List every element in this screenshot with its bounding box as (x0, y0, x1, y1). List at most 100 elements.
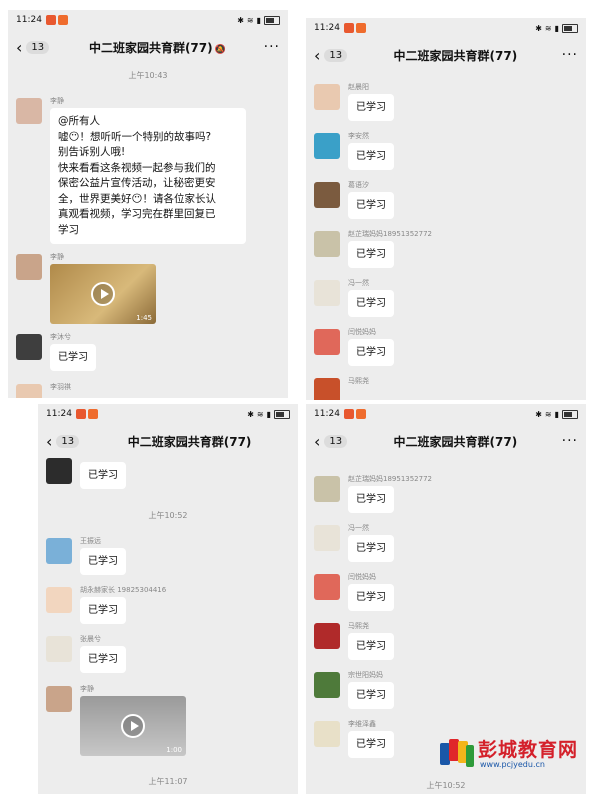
avatar[interactable] (46, 458, 72, 484)
sender-name: 李羽祺 (50, 383, 71, 391)
message-bubble[interactable]: 已学习 (348, 143, 394, 170)
avatar[interactable] (314, 378, 340, 400)
sender-name: 李安然 (348, 132, 369, 140)
message-bubble[interactable]: 已学习 (348, 241, 394, 268)
battery-icon (562, 23, 578, 33)
sender-name: 李沐兮 (50, 333, 71, 341)
battery-icon (562, 409, 578, 419)
unread-badge[interactable]: 13 (324, 434, 348, 448)
message-bubble[interactable]: @所有人 嘘😶！想听听一个特别的故事吗? 别告诉别人哦! 快来看看这条视频一起参… (50, 108, 246, 244)
message-bubble[interactable]: 已学习 (348, 682, 394, 709)
avatar[interactable] (46, 587, 72, 613)
unread-badge[interactable]: 13 (26, 40, 50, 54)
sender-name: 闫悦妈妈 (348, 573, 376, 581)
avatar[interactable] (314, 525, 340, 551)
avatar[interactable] (314, 672, 340, 698)
message-bubble[interactable]: 已学习 (348, 94, 394, 121)
system-icons: ✱ ≋ ▮ (535, 409, 578, 419)
back-arrow-icon[interactable]: ‹ (46, 432, 52, 451)
system-icons: ✱ ≋ ▮ (247, 409, 290, 419)
bluetooth-icon: ✱ (535, 409, 542, 419)
battery-icon (274, 409, 290, 419)
sender-name: 胡永赫家长 19825304416 (80, 586, 167, 594)
avatar[interactable] (314, 476, 340, 502)
message-bubble[interactable]: 已学习 (348, 290, 394, 317)
chat-screenshot-2: 11:24 ✱ ≋ ▮ ‹ 13 中二班家园共育群(77) ··· 赵晨阳 已学… (306, 18, 586, 400)
app-notification-icon (75, 409, 86, 419)
avatar[interactable] (314, 133, 340, 159)
sender-name: 李静 (80, 685, 94, 693)
avatar[interactable] (314, 721, 340, 747)
message-bubble[interactable]: 已学习 (348, 731, 394, 758)
message-line: 保密公益片宣传活动，让秘密更安 (58, 177, 216, 189)
avatar[interactable] (16, 254, 42, 280)
message-bubble[interactable]: 已学习 (80, 646, 126, 673)
message-bubble[interactable]: 已学习 (80, 462, 126, 489)
back-arrow-icon[interactable]: ‹ (16, 38, 22, 57)
signal-icon: ▮ (256, 15, 261, 25)
message-bubble[interactable]: 已学习 (80, 548, 126, 575)
wifi-icon: ≋ (544, 409, 552, 419)
sender-name: 李静 (50, 253, 64, 261)
back-arrow-icon[interactable]: ‹ (314, 46, 320, 65)
message-bubble[interactable]: 已学习 (348, 633, 394, 660)
video-message[interactable]: 1:45 (50, 264, 156, 324)
group-title: 中二班家园共育群(77) (393, 48, 518, 63)
status-bar: 11:24 ✱ ≋ ▮ (306, 404, 586, 424)
group-title: 中二班家园共育群(77) (393, 434, 518, 449)
message-bubble[interactable]: 已学习 (348, 535, 394, 562)
bluetooth-icon: ✱ (247, 409, 254, 419)
unread-badge[interactable]: 13 (324, 48, 348, 62)
avatar[interactable] (314, 84, 340, 110)
avatar[interactable] (314, 574, 340, 600)
message-bubble[interactable]: 已学习 (50, 344, 96, 371)
avatar[interactable] (16, 98, 42, 124)
avatar[interactable] (314, 329, 340, 355)
sender-name: 赵晨阳 (348, 83, 369, 91)
app-notification-icon (355, 409, 366, 419)
system-icons: ✱ ≋ ▮ (535, 23, 578, 33)
video-message[interactable]: 1:00 (80, 696, 186, 756)
message-line: 快来看看这条视频一起参与我们的 (58, 161, 216, 174)
time-separator: 上午11:07 (148, 777, 188, 786)
app-notification-icon (343, 23, 354, 33)
avatar[interactable] (314, 182, 340, 208)
message-line: 别告诉别人哦! (58, 146, 126, 158)
message-bubble[interactable]: 已学习 (348, 584, 394, 611)
back-arrow-icon[interactable]: ‹ (314, 432, 320, 451)
chat-header: ‹ 13 中二班家园共育群(77) ··· (306, 40, 586, 70)
avatar[interactable] (314, 623, 340, 649)
avatar[interactable] (46, 538, 72, 564)
book-logo-icon (440, 737, 474, 767)
app-notification-icon (45, 15, 56, 25)
avatar[interactable] (46, 686, 72, 712)
play-icon[interactable] (121, 714, 145, 738)
wifi-icon: ≋ (256, 409, 264, 419)
more-icon[interactable]: ··· (562, 433, 578, 449)
message-bubble[interactable]: 已学习 (348, 339, 394, 366)
sender-name: 葛语汐 (348, 181, 369, 189)
site-watermark: 彭城教育网 www.pcjyedu.cn (440, 735, 590, 775)
sender-name: 赵芷瑞妈妈18951352772 (348, 475, 432, 483)
avatar[interactable] (314, 280, 340, 306)
avatar[interactable] (46, 636, 72, 662)
message-bubble[interactable]: 已学习 (348, 486, 394, 513)
app-notification-icon (355, 23, 366, 33)
message-bubble[interactable]: 已学习 (80, 597, 126, 624)
sender-name: 冯一然 (348, 524, 369, 532)
wifi-icon: ≋ (246, 15, 254, 25)
avatar[interactable] (16, 334, 42, 360)
more-icon[interactable]: ··· (264, 39, 280, 55)
unread-badge[interactable]: 13 (56, 434, 80, 448)
message-bubble[interactable]: 已学习 (348, 192, 394, 219)
battery-icon (264, 15, 280, 25)
avatar[interactable] (314, 231, 340, 257)
more-icon[interactable]: ··· (562, 47, 578, 63)
play-icon[interactable] (91, 282, 115, 306)
app-notification-icon (343, 409, 354, 419)
signal-icon: ▮ (554, 409, 559, 419)
sender-name: 宗世阳妈妈 (348, 671, 383, 679)
message-line: 全，世界更美好😶！请各位家长认 (58, 192, 216, 205)
status-bar: 11:24 ✱ ≋ ▮ (38, 404, 298, 424)
avatar[interactable] (16, 384, 42, 398)
